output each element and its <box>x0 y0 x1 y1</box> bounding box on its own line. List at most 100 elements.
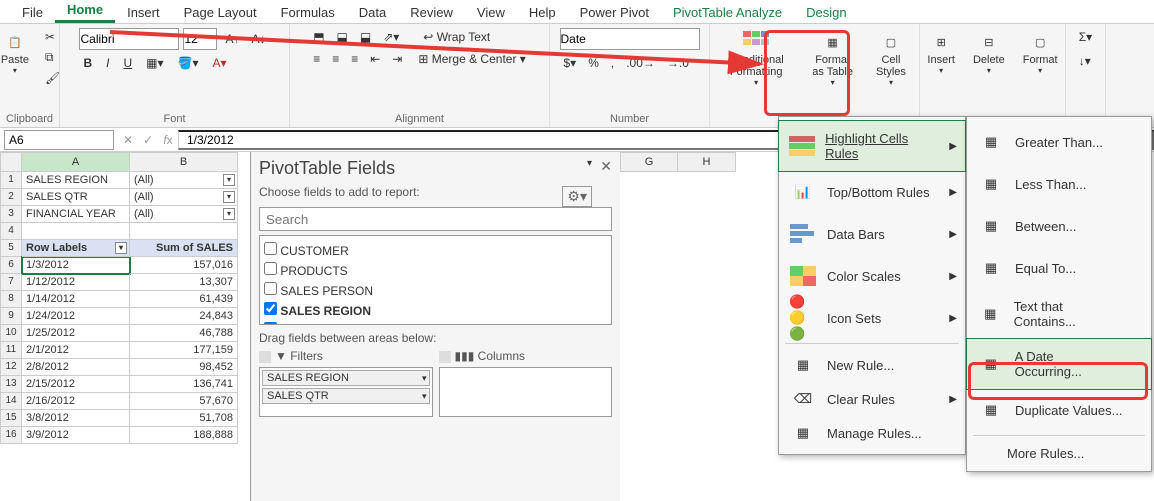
menu-icon-sets[interactable]: 🔴🟡🟢 Icon Sets ▶ <box>779 297 965 339</box>
filter-item[interactable]: SALES REGION▾ <box>262 370 430 386</box>
align-middle-button[interactable]: ⬓ <box>333 28 352 46</box>
tab-power-pivot[interactable]: Power Pivot <box>568 2 661 23</box>
cell[interactable]: 177,159 <box>130 342 238 359</box>
search-input[interactable] <box>259 207 612 231</box>
cell[interactable]: 136,741 <box>130 376 238 393</box>
menu-greater-than[interactable]: ▦ Greater Than... <box>967 121 1151 163</box>
menu-manage-rules[interactable]: ▦ Manage Rules... <box>779 416 965 450</box>
tab-page-layout[interactable]: Page Layout <box>172 2 269 23</box>
cell[interactable]: 24,843 <box>130 308 238 325</box>
cell[interactable]: SALES QTR <box>22 189 130 206</box>
tab-data[interactable]: Data <box>347 2 398 23</box>
cell[interactable]: 1/14/2012 <box>22 291 130 308</box>
italic-button[interactable]: I <box>102 54 113 72</box>
cell[interactable]: 2/16/2012 <box>22 393 130 410</box>
cell[interactable]: (All)▾ <box>130 206 238 223</box>
row-header[interactable]: 8 <box>0 291 22 308</box>
menu-data-bars[interactable]: Data Bars ▶ <box>779 213 965 255</box>
cell[interactable]: 2/8/2012 <box>22 359 130 376</box>
field-checkbox[interactable]: SALES PERSON <box>264 280 607 300</box>
cell[interactable]: 188,888 <box>130 427 238 444</box>
cell[interactable]: 1/24/2012 <box>22 308 130 325</box>
field-checkbox[interactable]: ORDER DATE <box>264 320 607 325</box>
underline-button[interactable]: U <box>120 54 137 72</box>
menu-equal-to[interactable]: ▦ Equal To... <box>967 247 1151 289</box>
menu-more-rules[interactable]: More Rules... <box>967 440 1151 467</box>
cell[interactable]: 1/12/2012 <box>22 274 130 291</box>
menu-new-rule[interactable]: ▦ New Rule... <box>779 348 965 382</box>
fx-button[interactable]: fx <box>158 133 178 147</box>
delete-cells-button[interactable]: ⊟Delete▾ <box>967 28 1011 77</box>
format-as-table-button[interactable]: ▦ Format as Table▾ <box>802 28 863 89</box>
row-header[interactable]: 3 <box>0 206 22 223</box>
cell[interactable] <box>130 223 238 240</box>
decrease-indent-button[interactable]: ⇤ <box>366 50 384 68</box>
cell-styles-button[interactable]: ▢ Cell Styles▾ <box>869 28 913 89</box>
filter-item[interactable]: SALES QTR▾ <box>262 388 430 404</box>
row-header[interactable]: 7 <box>0 274 22 291</box>
cancel-formula-button[interactable]: ✕ <box>118 133 138 147</box>
gear-icon[interactable]: ⚙▾ <box>562 186 592 207</box>
accounting-button[interactable]: $▾ <box>560 54 581 72</box>
insert-cells-button[interactable]: ⊞Insert▾ <box>921 28 961 77</box>
tab-home[interactable]: Home <box>55 0 115 23</box>
align-bottom-button[interactable]: ⬓ <box>356 28 375 46</box>
orientation-button[interactable]: ⇗▾ <box>379 28 403 46</box>
conditional-formatting-button[interactable]: Conditional Formatting▾ <box>716 28 796 89</box>
tab-file[interactable]: File <box>10 2 55 23</box>
row-header[interactable]: 4 <box>0 223 22 240</box>
col-header-g[interactable]: G <box>620 152 678 172</box>
paste-button[interactable]: 📋 Paste ▾ <box>0 28 35 77</box>
fill-button[interactable]: ↓▾ <box>1075 52 1095 70</box>
merge-center-button[interactable]: ⊞ Merge & Center ▾ <box>414 50 529 68</box>
row-header[interactable]: 2 <box>0 189 22 206</box>
field-checkbox[interactable]: PRODUCTS <box>264 260 607 280</box>
row-header[interactable]: 11 <box>0 342 22 359</box>
cell[interactable]: 61,439 <box>130 291 238 308</box>
cell[interactable]: 2/1/2012 <box>22 342 130 359</box>
panel-dropdown-button[interactable]: ▾ <box>587 158 592 169</box>
cell[interactable]: 157,016 <box>130 257 238 274</box>
field-checkbox[interactable]: CUSTOMER <box>264 240 607 260</box>
enter-formula-button[interactable]: ✓ <box>138 133 158 147</box>
cell[interactable]: Sum of SALES <box>130 240 238 257</box>
cell[interactable]: 13,307 <box>130 274 238 291</box>
row-header[interactable]: 6 <box>0 257 22 274</box>
cell[interactable]: 98,452 <box>130 359 238 376</box>
borders-button[interactable]: ▦▾ <box>142 54 167 72</box>
menu-top-bottom-rules[interactable]: 📊 Top/Bottom Rules ▶ <box>779 171 965 213</box>
tab-insert[interactable]: Insert <box>115 2 172 23</box>
menu-color-scales[interactable]: Color Scales ▶ <box>779 255 965 297</box>
cell[interactable]: 3/9/2012 <box>22 427 130 444</box>
percent-button[interactable]: % <box>584 54 603 72</box>
autosum-button[interactable]: Σ▾ <box>1075 28 1096 46</box>
cell[interactable]: 2/15/2012 <box>22 376 130 393</box>
tab-pivottable-analyze[interactable]: PivotTable Analyze <box>661 2 794 23</box>
cell[interactable]: 57,670 <box>130 393 238 410</box>
menu-duplicate-values[interactable]: ▦ Duplicate Values... <box>967 389 1151 431</box>
cell[interactable]: 1/3/2012 <box>22 257 130 274</box>
cell[interactable] <box>22 223 130 240</box>
close-panel-button[interactable]: ✕ <box>600 158 612 175</box>
bold-button[interactable]: B <box>79 54 96 72</box>
col-header-h[interactable]: H <box>678 152 736 172</box>
comma-button[interactable]: , <box>607 54 618 72</box>
row-header[interactable]: 5 <box>0 240 22 257</box>
number-format-select[interactable] <box>560 28 700 50</box>
menu-highlight-cells-rules[interactable]: Highlight Cells Rules ▶ <box>778 120 966 172</box>
font-color-button[interactable]: A▾ <box>209 54 231 72</box>
cell[interactable]: (All)▾ <box>130 189 238 206</box>
decrease-font-button[interactable]: A↓ <box>248 30 270 48</box>
row-header[interactable]: 1 <box>0 172 22 189</box>
format-cells-button[interactable]: ▢Format▾ <box>1017 28 1064 77</box>
field-list[interactable]: CUSTOMER PRODUCTS SALES PERSON SALES REG… <box>259 235 612 325</box>
cell[interactable]: 46,788 <box>130 325 238 342</box>
row-header[interactable]: 9 <box>0 308 22 325</box>
row-header[interactable]: 16 <box>0 427 22 444</box>
font-size-select[interactable] <box>183 28 217 50</box>
decrease-decimal-button[interactable]: →.0 <box>663 54 693 72</box>
row-header[interactable]: 13 <box>0 376 22 393</box>
menu-date-occurring[interactable]: ▦ A Date Occurring... <box>966 338 1152 390</box>
col-header-a[interactable]: A <box>22 152 130 172</box>
menu-between[interactable]: ▦ Between... <box>967 205 1151 247</box>
